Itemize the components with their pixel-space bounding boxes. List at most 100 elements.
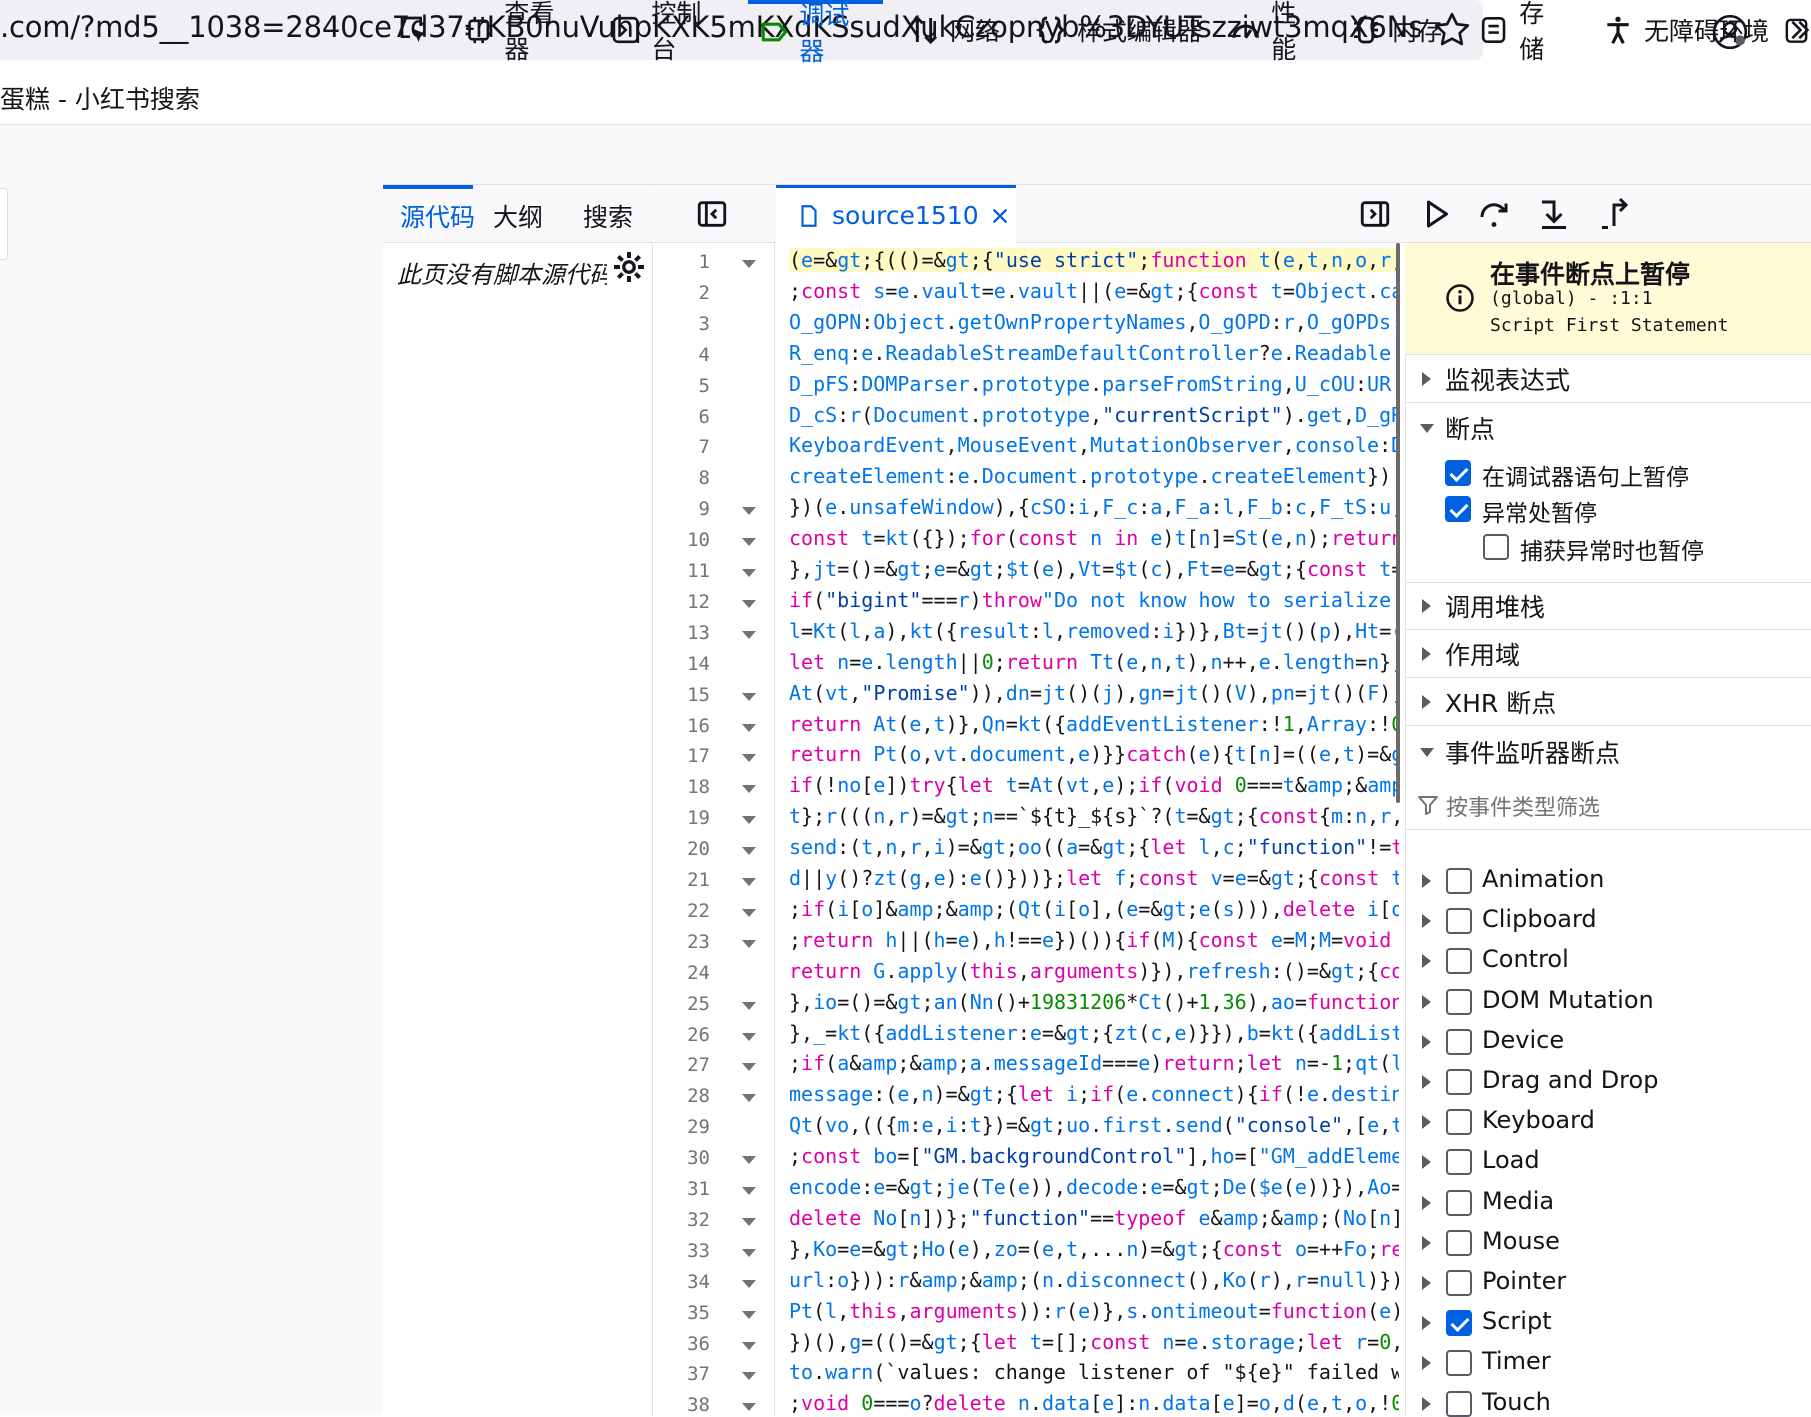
checkbox[interactable] <box>1445 460 1471 486</box>
fold-toggle-icon[interactable] <box>742 599 756 608</box>
expand-arrow-icon[interactable] <box>1422 1115 1431 1130</box>
line-number[interactable]: 37 <box>654 1363 710 1385</box>
toggle-debugger-panel-icon[interactable] <box>1357 197 1393 231</box>
line-number[interactable]: 29 <box>654 1116 710 1138</box>
expand-arrow-icon[interactable] <box>1422 1276 1431 1290</box>
line-number[interactable]: 38 <box>654 1394 710 1416</box>
line-number[interactable]: 11 <box>654 560 710 582</box>
event-checkbox[interactable] <box>1446 1310 1472 1337</box>
event-category-label[interactable]: DOM Mutation <box>1482 986 1654 1014</box>
section-breakpoints[interactable]: 断点 <box>1405 404 1811 452</box>
tool-storage[interactable]: 存储 <box>1468 0 1578 64</box>
fold-toggle-icon[interactable] <box>742 1001 756 1010</box>
code-line[interactable]: Pt(l,this,arguments)):r(e)},s.ontimeout=… <box>789 1299 1399 1323</box>
line-number[interactable]: 16 <box>654 715 710 737</box>
expand-arrow-icon[interactable] <box>1422 994 1431 1009</box>
fold-toggle-icon[interactable] <box>742 1094 756 1103</box>
event-checkbox[interactable] <box>1446 1270 1472 1296</box>
line-number[interactable]: 3 <box>654 313 710 335</box>
line-number[interactable]: 26 <box>654 1024 710 1046</box>
tab-search[interactable]: 搜索 <box>583 198 633 234</box>
event-checkbox[interactable] <box>1446 948 1472 975</box>
line-number[interactable]: 20 <box>654 838 710 860</box>
expand-arrow-icon[interactable] <box>1422 1034 1431 1049</box>
code-line[interactable]: delete No[n])};"function"==typeof e&amp;… <box>789 1206 1399 1230</box>
event-checkbox[interactable] <box>1446 1028 1472 1055</box>
event-checkbox[interactable] <box>1446 1149 1472 1176</box>
line-number[interactable]: 22 <box>654 900 710 922</box>
code-line[interactable]: KeyboardEvent,MouseEvent,MutationObserve… <box>789 433 1399 457</box>
line-number[interactable]: 15 <box>654 684 710 706</box>
fold-toggle-icon[interactable] <box>742 754 756 763</box>
line-number[interactable]: 4 <box>654 344 710 366</box>
fold-toggle-icon[interactable] <box>742 939 756 948</box>
resume-icon[interactable] <box>1418 196 1454 232</box>
code-line[interactable]: },jt=()=&gt;e=&gt;$t(e),Vt=$t(c),Ft=e=&g… <box>789 557 1399 581</box>
code-line[interactable]: if(!no[e])try{let t=At(vt,e);if(void 0==… <box>789 773 1399 797</box>
code-line[interactable]: send:(t,n,r,i)=&gt;oo((a=&gt;{let l,c;"f… <box>789 835 1399 859</box>
code-line[interactable]: ;const bo=["GM.backgroundControl"],ho=["… <box>789 1144 1399 1168</box>
code-line[interactable]: t};r(((n,r)=&gt;n==`${t}_${s}`?(t=&gt;{c… <box>789 804 1399 828</box>
fold-toggle-icon[interactable] <box>742 538 756 547</box>
code-line[interactable]: createElement:e.Document.prototype.creat… <box>789 464 1391 488</box>
line-number[interactable]: 35 <box>654 1302 710 1324</box>
event-checkbox[interactable] <box>1446 1069 1472 1095</box>
event-checkbox[interactable] <box>1446 908 1472 935</box>
step-over-icon[interactable] <box>1476 196 1512 232</box>
fold-toggle-icon[interactable] <box>742 630 756 639</box>
expand-arrow-icon[interactable] <box>1422 874 1431 888</box>
code-line[interactable]: ;return h||(h=e),h!==e})()){if(M){const … <box>789 928 1399 952</box>
step-out-icon[interactable] <box>1596 196 1632 232</box>
fold-toggle-icon[interactable] <box>742 569 756 577</box>
code-line[interactable]: O_gOPN:Object.getOwnPropertyNames,O_gOPD… <box>789 310 1399 334</box>
fold-toggle-icon[interactable] <box>742 816 756 825</box>
code-line[interactable]: url:o})):r&amp;&amp;(n.disconnect(),Ko(r… <box>789 1268 1399 1292</box>
event-checkbox[interactable] <box>1446 1109 1472 1136</box>
section-call-stack[interactable]: 调用堆栈 <box>1405 582 1811 630</box>
code-line[interactable]: },_=kt({addListener:e=&gt;{zt(c,e)}}),b=… <box>789 1021 1399 1045</box>
element-picker-button[interactable] <box>388 0 446 60</box>
code-line[interactable]: message:(e,n)=&gt;{let i;if(e.connect){i… <box>789 1082 1399 1106</box>
tool-performance[interactable]: 性能 <box>1220 0 1330 64</box>
line-number[interactable]: 23 <box>654 931 710 953</box>
code-line[interactable]: At(vt,"Promise")),dn=jt()(j),gn=jt()(V),… <box>789 681 1399 705</box>
checkbox-label[interactable]: 在调试器语句上暂停 <box>1482 458 1689 492</box>
event-category-label[interactable]: Timer <box>1482 1347 1551 1375</box>
fold-toggle-icon[interactable] <box>742 1248 756 1257</box>
line-number[interactable]: 32 <box>654 1209 710 1231</box>
line-number[interactable]: 18 <box>654 776 710 798</box>
section-scopes[interactable]: 作用域 <box>1405 630 1811 678</box>
line-number[interactable]: 28 <box>654 1085 710 1107</box>
event-category-label[interactable]: Load <box>1482 1146 1540 1174</box>
fold-toggle-icon[interactable] <box>742 1217 756 1226</box>
line-number[interactable]: 2 <box>654 282 710 304</box>
checkbox[interactable] <box>1483 534 1509 560</box>
event-checkbox[interactable] <box>1446 868 1472 894</box>
settings-button[interactable] <box>607 245 651 293</box>
fold-toggle-icon[interactable] <box>742 878 756 886</box>
fold-toggle-icon[interactable] <box>742 1372 756 1381</box>
code-line[interactable]: })(e.unsafeWindow),{cSO:i,F_c:a,F_a:l,F_… <box>789 495 1399 519</box>
line-number[interactable]: 8 <box>654 467 710 489</box>
code-line[interactable]: ;const s=e.vault=e.vault||(e=&gt;{const … <box>789 279 1399 303</box>
event-category-label[interactable]: Keyboard <box>1482 1106 1595 1134</box>
line-number[interactable]: 31 <box>654 1178 710 1200</box>
tool-inspector[interactable]: 查看器 <box>453 0 588 64</box>
event-checkbox[interactable] <box>1446 988 1472 1015</box>
fold-toggle-icon[interactable] <box>742 260 756 268</box>
event-checkbox[interactable] <box>1446 1390 1472 1417</box>
tab-sources[interactable]: 源代码 <box>400 198 475 234</box>
event-category-label[interactable]: Media <box>1482 1187 1554 1215</box>
event-category-label[interactable]: Mouse <box>1482 1227 1560 1255</box>
tab-outline[interactable]: 大纲 <box>493 198 543 234</box>
fold-toggle-icon[interactable] <box>742 507 756 516</box>
section-xhr-breakpoints[interactable]: XHR 断点 <box>1405 678 1811 726</box>
line-number[interactable]: 36 <box>654 1333 710 1355</box>
fold-toggle-icon[interactable] <box>742 1156 756 1165</box>
file-tab[interactable]: source1510 <box>776 185 1016 243</box>
expand-arrow-icon[interactable] <box>1422 1316 1431 1331</box>
expand-arrow-icon[interactable] <box>1422 954 1431 969</box>
event-category-label[interactable]: Control <box>1482 945 1569 973</box>
expand-arrow-icon[interactable] <box>1422 1155 1431 1170</box>
event-checkbox[interactable] <box>1446 1350 1472 1377</box>
